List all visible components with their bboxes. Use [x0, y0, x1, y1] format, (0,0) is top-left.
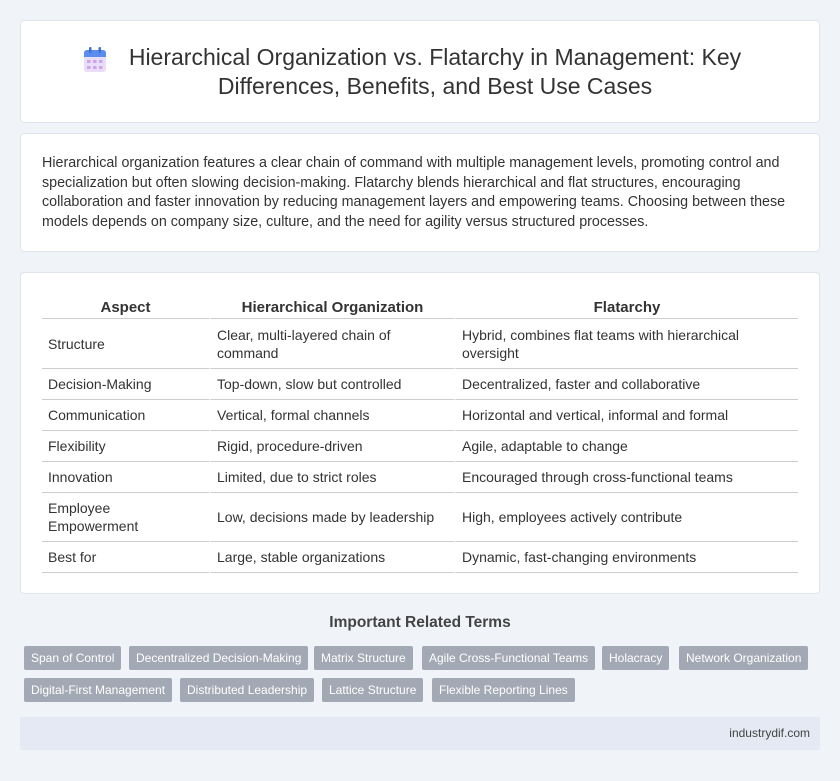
table-cell-flatarchy: Dynamic, fast-changing environments — [454, 542, 798, 573]
table-row: Communication Vertical, formal channels … — [42, 400, 798, 431]
table-cell-hierarchical: Large, stable organizations — [209, 542, 454, 573]
table-cell-flatarchy: Hybrid, combines flat teams with hierarc… — [454, 319, 798, 369]
column-header-hierarchical: Hierarchical Organization — [209, 295, 454, 319]
table-cell-aspect: Flexibility — [42, 431, 209, 462]
table-cell-aspect: Best for — [42, 542, 209, 573]
table-cell-hierarchical: Clear, multi-layered chain of command — [209, 319, 454, 369]
header-card: Hierarchical Organization vs. Flatarchy … — [20, 20, 820, 123]
related-term-tag[interactable]: Span of Control — [24, 646, 122, 670]
table-cell-flatarchy: Agile, adaptable to change — [454, 431, 798, 462]
intro-paragraph: Hierarchical organization features a cle… — [42, 155, 786, 230]
related-term-tag[interactable]: Holacracy — [602, 646, 670, 670]
table-row: Flexibility Rigid, procedure-driven Agil… — [42, 431, 798, 462]
related-term-tag[interactable]: Matrix Structure — [314, 646, 413, 670]
table-cell-aspect: Structure — [42, 319, 209, 369]
table-row: Innovation Limited, due to strict roles … — [42, 462, 798, 493]
table-header-row: Aspect Hierarchical Organization Flatarc… — [42, 295, 798, 319]
related-term-tag[interactable]: Distributed Leadership — [180, 678, 315, 702]
intro-card: Hierarchical organization features a cle… — [20, 133, 820, 252]
comparison-table: Aspect Hierarchical Organization Flatarc… — [42, 295, 798, 573]
table-cell-hierarchical: Rigid, procedure-driven — [209, 431, 454, 462]
related-term-tag[interactable]: Decentralized Decision-Making — [129, 646, 309, 670]
table-cell-aspect: Employee Empowerment — [42, 493, 209, 542]
column-header-aspect: Aspect — [42, 295, 209, 319]
footer: industrydif.com — [20, 717, 820, 750]
related-term-tag[interactable]: Digital-First Management — [24, 678, 173, 702]
related-term-tag[interactable]: Lattice Structure — [322, 678, 424, 702]
related-term-tag[interactable]: Flexible Reporting Lines — [432, 678, 575, 702]
related-terms-title: Important Related Terms — [329, 614, 511, 631]
table-row: Structure Clear, multi-layered chain of … — [42, 319, 798, 369]
table-row: Employee Empowerment Low, decisions made… — [42, 493, 798, 542]
table-row: Best for Large, stable organizations Dyn… — [42, 542, 798, 573]
column-header-flatarchy: Flatarchy — [454, 295, 798, 319]
table-cell-hierarchical: Low, decisions made by leadership — [209, 493, 454, 542]
comparison-card: Aspect Hierarchical Organization Flatarc… — [20, 272, 820, 594]
table-cell-hierarchical: Top-down, slow but controlled — [209, 369, 454, 400]
table-cell-flatarchy: Horizontal and vertical, informal and fo… — [454, 400, 798, 431]
table-cell-aspect: Communication — [42, 400, 209, 431]
table-cell-flatarchy: Encouraged through cross-functional team… — [454, 462, 798, 493]
table-cell-flatarchy: High, employees actively contribute — [454, 493, 798, 542]
table-cell-aspect: Decision-Making — [42, 369, 209, 400]
related-term-tag[interactable]: Network Organization — [679, 646, 809, 670]
table-cell-hierarchical: Vertical, formal channels — [209, 400, 454, 431]
footer-site-link[interactable]: industrydif.com — [729, 726, 810, 740]
table-cell-hierarchical: Limited, due to strict roles — [209, 462, 454, 493]
table-row: Decision-Making Top-down, slow but contr… — [42, 369, 798, 400]
table-cell-aspect: Innovation — [42, 462, 209, 493]
related-term-tag[interactable]: Agile Cross-Functional Teams — [422, 646, 596, 670]
page-title: Hierarchical Organization vs. Flatarchy … — [128, 43, 742, 99]
table-cell-flatarchy: Decentralized, faster and collaborative — [454, 369, 798, 400]
